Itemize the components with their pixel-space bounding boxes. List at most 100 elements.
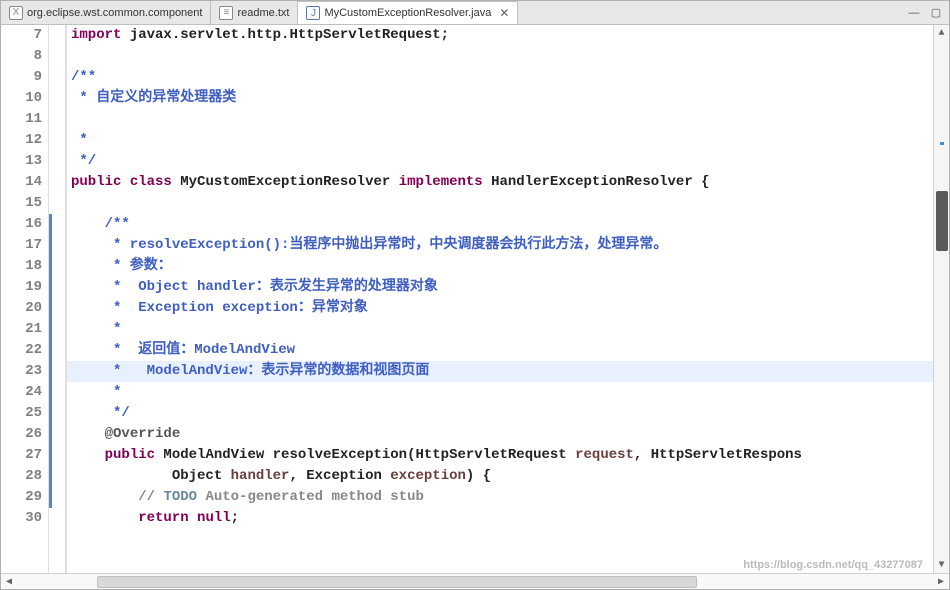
keyword: import [71, 27, 121, 43]
code-line[interactable]: /** [67, 214, 933, 235]
scroll-right-arrow-icon[interactable]: ▶ [933, 574, 949, 590]
change-bar [49, 361, 52, 382]
code-line[interactable]: * [67, 130, 933, 151]
change-bar [49, 445, 52, 466]
horizontal-scrollbar[interactable]: ◀ ▶ [1, 573, 949, 589]
javadoc-text: * Exception exception：异常对象 [71, 300, 368, 316]
javadoc-text: /** [71, 216, 130, 232]
change-bar [49, 235, 52, 256]
java-file-icon: J [306, 6, 320, 20]
line-number: 21 [1, 319, 48, 340]
code-line[interactable]: public class MyCustomExceptionResolver i… [67, 172, 933, 193]
line-number: 8 [1, 46, 48, 67]
keyword: class [130, 174, 172, 190]
line-number: 14 [1, 172, 48, 193]
code-line[interactable]: return null; [67, 508, 933, 529]
line-number: 17 [1, 235, 48, 256]
vertical-scroll-thumb[interactable] [936, 191, 948, 251]
code-editor[interactable]: import javax.servlet.http.HttpServletReq… [67, 25, 933, 573]
code-line[interactable]: * ModelAndView：表示异常的数据和视图页面 [67, 361, 933, 382]
code-line[interactable]: * 自定义的异常处理器类 [67, 88, 933, 109]
line-number: 26 [1, 424, 48, 445]
keyword: return [138, 510, 188, 526]
code-line[interactable]: Object handler, Exception exception) { [67, 466, 933, 487]
change-bar [49, 466, 52, 487]
parameter-name: exception [390, 468, 466, 484]
code-line[interactable]: import javax.servlet.http.HttpServletReq… [67, 25, 933, 46]
comment-text: Auto-generated method stub [197, 489, 424, 505]
javadoc-text: * Object handler：表示发生异常的处理器对象 [71, 279, 438, 295]
change-margin [49, 25, 67, 573]
code-text: HandlerExceptionResolver { [483, 174, 710, 190]
line-number: 24 [1, 382, 48, 403]
line-number: 18 [1, 256, 48, 277]
code-text: ) { [466, 468, 491, 484]
tab-label: org.eclipse.wst.common.component [27, 7, 202, 19]
todo-keyword: TODO [163, 489, 197, 505]
code-line[interactable]: */ [67, 403, 933, 424]
watermark-text: https://blog.csdn.net/qq_43277087 [743, 559, 923, 571]
code-line[interactable]: public ModelAndView resolveException(Htt… [67, 445, 933, 466]
editor-tabbar: Xorg.eclipse.wst.common.component≡readme… [1, 1, 949, 25]
maximize-button[interactable]: ▢ [927, 4, 945, 22]
overview-mark [940, 142, 944, 145]
editor-area: 7891011121314151617181920212223242526272… [1, 25, 949, 573]
line-number: 7 [1, 25, 48, 46]
editor-tab[interactable]: J MyCustomExceptionResolver.java ✕ [298, 1, 518, 24]
scroll-up-arrow-icon[interactable]: ▲ [934, 25, 950, 41]
javadoc-text: * [71, 132, 88, 148]
code-line[interactable]: * resolveException():当程序中抛出异常时，中央调度器会执行此… [67, 235, 933, 256]
code-line[interactable] [67, 193, 933, 214]
comment-text: // [138, 489, 163, 505]
change-bar [49, 256, 52, 277]
code-line[interactable]: // TODO Auto-generated method stub [67, 487, 933, 508]
change-bar [49, 298, 52, 319]
code-line[interactable]: * [67, 319, 933, 340]
parameter-name: request [575, 447, 634, 463]
horizontal-scroll-thumb[interactable] [97, 576, 697, 588]
editor-tab[interactable]: Xorg.eclipse.wst.common.component [1, 1, 211, 24]
minimize-button[interactable]: — [905, 4, 923, 22]
scroll-left-arrow-icon[interactable]: ◀ [1, 574, 17, 590]
javadoc-text: * 返回值：ModelAndView [71, 342, 295, 358]
code-line[interactable]: * Exception exception：异常对象 [67, 298, 933, 319]
code-line[interactable]: * 返回值：ModelAndView [67, 340, 933, 361]
javadoc-text: * [71, 321, 121, 337]
code-line[interactable]: @Override [67, 424, 933, 445]
code-line[interactable]: */ [67, 151, 933, 172]
line-number: 9 [1, 67, 48, 88]
line-number: 30 [1, 508, 48, 529]
tab-label: readme.txt [237, 7, 289, 19]
code-line[interactable]: * 参数： [67, 256, 933, 277]
line-number: 27 [1, 445, 48, 466]
code-text: Object [172, 468, 231, 484]
tab-label: MyCustomExceptionResolver.java [324, 7, 491, 19]
change-bar [49, 487, 52, 508]
code-line[interactable]: /** [67, 67, 933, 88]
javadoc-text: * ModelAndView：表示异常的数据和视图页面 [71, 363, 429, 379]
line-number: 23 [1, 361, 48, 382]
close-tab-icon[interactable]: ✕ [499, 6, 509, 20]
annotation: @Override [105, 426, 181, 442]
javadoc-text: * resolveException():当程序中抛出异常时，中央调度器会执行此… [71, 237, 667, 253]
code-line[interactable] [67, 46, 933, 67]
line-number: 13 [1, 151, 48, 172]
code-line[interactable]: * [67, 382, 933, 403]
code-line[interactable] [67, 109, 933, 130]
javadoc-text: * 参数： [71, 258, 172, 274]
code-text: MyCustomExceptionResolver [172, 174, 399, 190]
scroll-down-arrow-icon[interactable]: ▼ [934, 557, 950, 573]
line-number: 20 [1, 298, 48, 319]
xml-file-icon: X [9, 6, 23, 20]
javadoc-text: */ [71, 153, 96, 169]
vertical-scrollbar[interactable]: ▲ ▼ [933, 25, 949, 573]
javadoc-text: * 自定义的异常处理器类 [71, 90, 236, 106]
line-number: 19 [1, 277, 48, 298]
code-line[interactable]: * Object handler：表示发生异常的处理器对象 [67, 277, 933, 298]
line-number: 16 [1, 214, 48, 235]
line-number: 11 [1, 109, 48, 130]
editor-tab[interactable]: ≡readme.txt [211, 1, 298, 24]
change-bar [49, 319, 52, 340]
parameter-name: handler [231, 468, 290, 484]
keyword: public [105, 447, 155, 463]
